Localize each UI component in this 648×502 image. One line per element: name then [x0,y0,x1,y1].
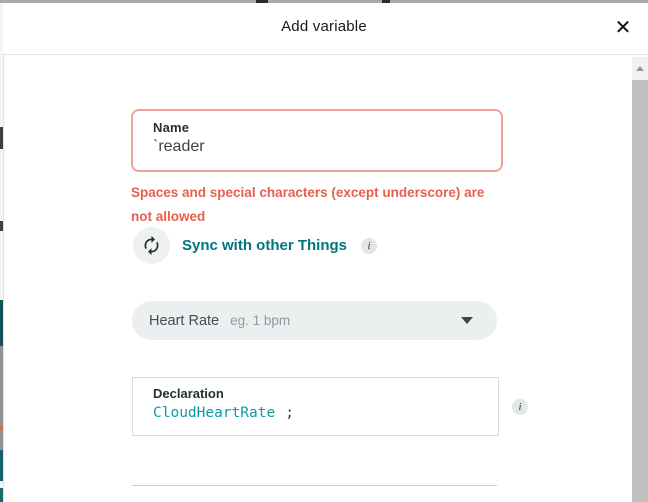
validation-error-text: Spaces and special characters (except un… [131,181,509,228]
sync-arrows-icon [141,235,162,256]
modal-title: Add variable [0,18,648,35]
declaration-label: Declaration [153,386,478,401]
scroll-up-arrow-icon [636,66,644,71]
chevron-down-icon [461,317,473,324]
modal-scrollbar[interactable] [632,57,648,502]
sync-toggle-button[interactable] [133,227,170,264]
scrollbar-thumb[interactable] [632,80,648,502]
sync-info-icon[interactable]: i [361,238,377,254]
declaration-info-icon[interactable]: i [512,399,528,415]
dropdown-hint: eg. 1 bpm [230,313,290,328]
name-field-label: Name [153,120,481,135]
sync-label[interactable]: Sync with other Things [182,237,347,254]
declaration-code: CloudHeartRate; [153,405,478,421]
variable-type-dropdown[interactable]: Heart Rate eg. 1 bpm [132,301,497,340]
declaration-box: Declaration CloudHeartRate; [132,377,499,436]
dropdown-selected-value: Heart Rate [149,313,219,329]
close-icon[interactable]: ✕ [610,14,636,40]
scrollbar-up-button[interactable] [632,57,648,80]
declaration-identifier: CloudHeartRate [153,405,275,421]
sync-row: Sync with other Things i [133,227,377,264]
name-field[interactable]: Name [131,109,503,172]
name-input[interactable] [153,138,481,156]
section-divider [132,485,497,486]
declaration-suffix: ; [285,405,294,421]
